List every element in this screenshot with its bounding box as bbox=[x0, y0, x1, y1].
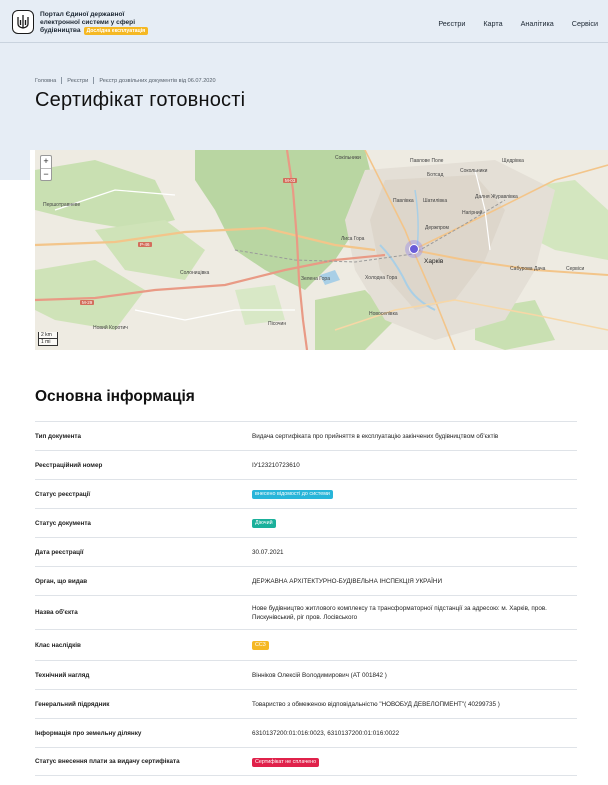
map-city-label: Харків bbox=[424, 258, 444, 265]
zoom-out-button[interactable]: − bbox=[41, 168, 51, 180]
row-value: Вінніков Олексій Володимирович (АТ 00184… bbox=[252, 671, 387, 679]
row-label: Статус документа bbox=[35, 519, 91, 527]
map-label: Сокільники bbox=[335, 155, 361, 161]
location-map[interactable]: + − 2 km 1 mi Першотравневе Сокільники П… bbox=[35, 150, 608, 350]
road-shield: М-29 bbox=[80, 300, 95, 305]
site-header: Портал Єдиної державної електронної сист… bbox=[0, 0, 608, 43]
map-label: Павлове Поле bbox=[410, 158, 444, 164]
row-value: 30.07.2021 bbox=[252, 548, 284, 556]
row-value: ДЕРЖАВНА АРХІТЕКТУРНО-БУДІВЕЛЬНА ІНСПЕКЦ… bbox=[252, 577, 442, 585]
row-label: Назва об'єкта bbox=[35, 609, 78, 616]
road-shield: Р-46 bbox=[138, 242, 152, 247]
row-label: Клас наслідків bbox=[35, 641, 81, 649]
row-label: Реєстраційний номер bbox=[35, 461, 103, 469]
status-badge: Діючий bbox=[252, 519, 276, 528]
map-label: Новоселівка bbox=[369, 311, 398, 317]
map-label: Ботсад bbox=[427, 172, 444, 178]
breadcrumb-registry[interactable]: Реєстр дозвільних документів від 06.07.2… bbox=[99, 78, 215, 84]
table-row: Тип документа Видача сертифіката про при… bbox=[35, 421, 577, 450]
map-label: Солоницівка bbox=[180, 270, 210, 276]
info-table: Тип документа Видача сертифіката про при… bbox=[35, 421, 577, 776]
row-label: Дата реєстрації bbox=[35, 548, 84, 556]
map-label: Лиса Гора bbox=[341, 236, 365, 242]
scale-km: 2 km bbox=[38, 332, 58, 339]
map-label: Держпром bbox=[425, 225, 449, 231]
brand-line-3: будівництва bbox=[40, 27, 81, 34]
table-row: Статус документа Діючий bbox=[35, 508, 577, 537]
map-label: Пісочин bbox=[268, 321, 287, 327]
table-row: Орган, що видав ДЕРЖАВНА АРХІТЕКТУРНО-БУ… bbox=[35, 566, 577, 595]
scale-mi: 1 mi bbox=[38, 339, 58, 346]
nav-registries[interactable]: Реєстри bbox=[438, 19, 465, 28]
section-title: Основна інформація bbox=[35, 388, 195, 405]
row-value: Нове будівництво житлового комплексу та … bbox=[252, 604, 547, 621]
nav-map[interactable]: Карта bbox=[483, 19, 502, 28]
table-row: Статус внесення плати за видачу сертифік… bbox=[35, 747, 577, 776]
row-label: Статус внесення плати за видачу сертифік… bbox=[35, 758, 180, 765]
row-label: Генеральний підрядник bbox=[35, 700, 110, 708]
main-nav: Реєстри Карта Аналітика Сервіси bbox=[420, 19, 598, 28]
map-label: Далня Журавлівка bbox=[475, 194, 518, 200]
table-row: Клас наслідків СС3 bbox=[35, 629, 577, 660]
row-value: Товариство з обмеженою відповідальністю … bbox=[252, 700, 500, 708]
table-row: Технічний нагляд Вінніков Олексій Володи… bbox=[35, 660, 577, 689]
breadcrumb: Головна Реєстри Реєстр дозвільних докуме… bbox=[35, 77, 216, 84]
map-zoom-control: + − bbox=[40, 155, 52, 181]
payment-status-badge: Сертифікат не сплачено bbox=[252, 757, 320, 767]
map-label: Зелена Гора bbox=[301, 276, 330, 282]
map-label: Нагірний bbox=[462, 210, 483, 216]
map-label: Сокольники bbox=[460, 168, 488, 174]
table-row: Реєстраційний номер ІУ123210723610 bbox=[35, 450, 577, 479]
test-mode-badge: Дослідна експлуатація bbox=[83, 27, 149, 35]
row-value: 6310137200:01:016:0023, 6310137200:01:01… bbox=[252, 729, 400, 737]
map-scale: 2 km 1 mi bbox=[38, 332, 58, 346]
map-label: Холодна Гора bbox=[365, 275, 398, 281]
map-label: Щедрівка bbox=[502, 158, 524, 164]
table-row: Дата реєстрації 30.07.2021 bbox=[35, 537, 577, 566]
map-label: Першотравневе bbox=[43, 202, 81, 208]
zoom-in-button[interactable]: + bbox=[41, 156, 51, 168]
status-badge: внесено відомості до системи bbox=[252, 490, 333, 499]
nav-services[interactable]: Сервіси bbox=[572, 19, 598, 28]
map-label: Шатилівка bbox=[423, 198, 448, 204]
table-row: Інформація про земельну ділянку 63101372… bbox=[35, 718, 577, 747]
row-value: ІУ123210723610 bbox=[252, 461, 300, 469]
table-row: Статус реєстрації внесено відомості до с… bbox=[35, 479, 577, 508]
breadcrumb-registries[interactable]: Реєстри bbox=[67, 78, 88, 84]
breadcrumb-home[interactable]: Головна bbox=[35, 78, 56, 84]
map-label: Новий Коротич bbox=[93, 325, 128, 331]
row-label: Тип документа bbox=[35, 432, 81, 440]
map-label: Сабурова Дача bbox=[510, 266, 546, 272]
map-canvas bbox=[35, 150, 608, 350]
brand-line-1: Портал Єдиної державної bbox=[40, 11, 125, 18]
row-label: Статус реєстрації bbox=[35, 490, 91, 498]
road-shield: М-03 bbox=[283, 178, 298, 183]
nav-analytics[interactable]: Аналітика bbox=[521, 19, 554, 28]
class-badge: СС3 bbox=[252, 641, 269, 650]
table-row: Генеральний підрядник Товариство з обмеж… bbox=[35, 689, 577, 718]
brand-line-2: електронної системи у сфері bbox=[40, 19, 136, 26]
row-label: Інформація про земельну ділянку bbox=[35, 729, 142, 737]
row-label: Орган, що видав bbox=[35, 577, 88, 585]
brand-title[interactable]: Портал Єдиної державної електронної сист… bbox=[40, 11, 170, 35]
table-row: Назва об'єкта Нове будівництво житлового… bbox=[35, 595, 577, 629]
map-label: Павлівка bbox=[393, 198, 414, 204]
map-label: Сервіси bbox=[566, 266, 585, 272]
trident-logo-icon[interactable] bbox=[12, 10, 34, 34]
row-label: Технічний нагляд bbox=[35, 671, 90, 679]
page-title: Сертифікат готовності bbox=[35, 89, 246, 111]
row-value: Видача сертифіката про прийняття в експл… bbox=[252, 432, 499, 440]
